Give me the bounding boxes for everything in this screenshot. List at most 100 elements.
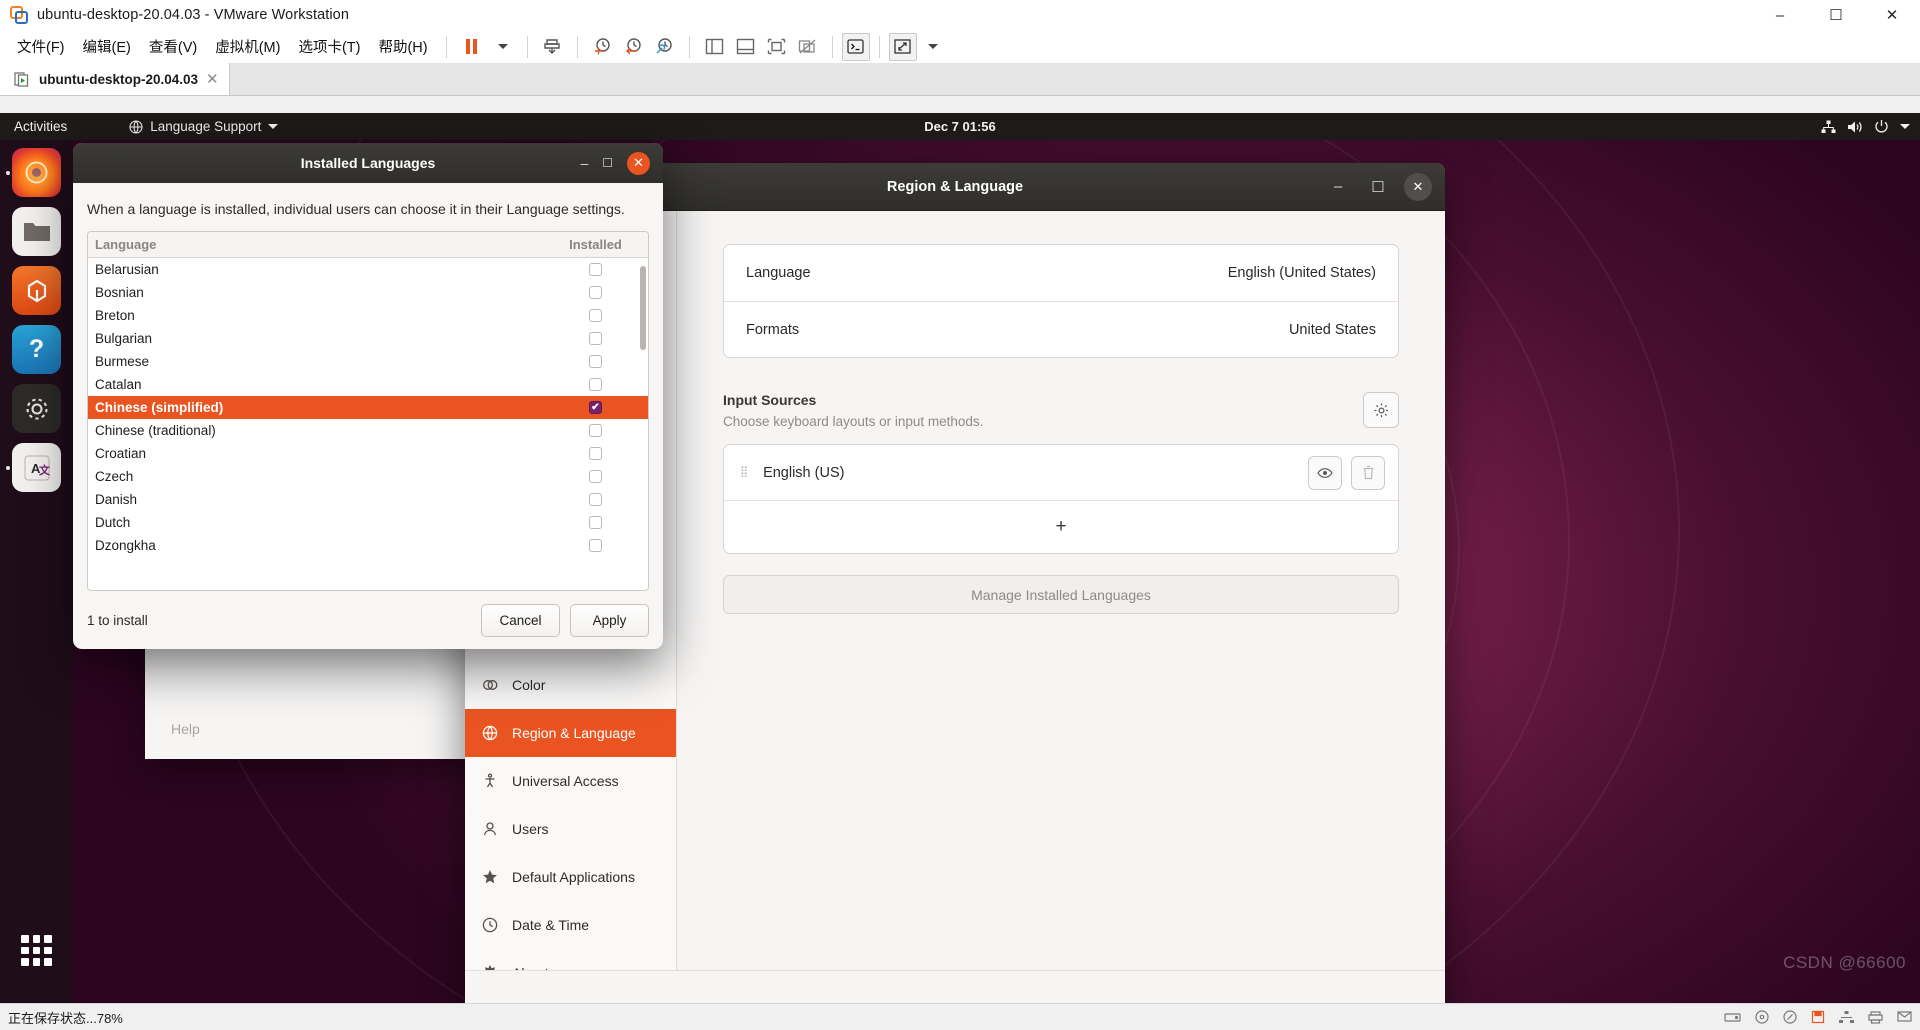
message-icon[interactable] xyxy=(1897,1011,1912,1024)
installed-checkbox[interactable] xyxy=(589,263,602,276)
menu-file[interactable]: 文件(F) xyxy=(8,32,74,61)
settings-minimize-button[interactable]: – xyxy=(1324,173,1352,201)
menu-tabs[interactable]: 选项卡(T) xyxy=(289,32,369,61)
sidebar-item-default-applications[interactable]: Default Applications xyxy=(465,853,676,901)
installed-languages-close-button[interactable]: ✕ xyxy=(627,152,650,175)
show-console-icon[interactable] xyxy=(761,33,792,61)
sidebar-item-users[interactable]: Users xyxy=(465,805,676,853)
printer-icon[interactable] xyxy=(1868,1011,1883,1024)
fullscreen-dropdown-caret-icon[interactable] xyxy=(917,33,948,61)
installed-languages-dialog: Installed Languages – ☐ ✕ When a languag… xyxy=(73,143,663,649)
column-header-language: Language xyxy=(88,237,543,252)
installed-checkbox[interactable] xyxy=(589,470,602,483)
language-row[interactable]: Croatian xyxy=(88,442,648,465)
menu-vm[interactable]: 虚拟机(M) xyxy=(206,32,289,61)
app-menu-button[interactable]: Language Support xyxy=(121,119,286,134)
installed-checkbox[interactable] xyxy=(589,493,602,506)
network-status-icon[interactable] xyxy=(1839,1011,1854,1024)
sidebar-item-color[interactable]: Color xyxy=(465,661,676,709)
power-icon xyxy=(1874,119,1889,134)
dock-item-language-support[interactable]: A 文 xyxy=(12,443,61,492)
show-library-icon[interactable] xyxy=(699,33,730,61)
vmware-close-button[interactable]: ✕ xyxy=(1864,0,1920,30)
installed-languages-maximize-button[interactable]: ☐ xyxy=(602,156,613,170)
language-row[interactable]: Catalan xyxy=(88,373,648,396)
language-list-scrollbar[interactable] xyxy=(640,266,646,350)
menu-view[interactable]: 查看(V) xyxy=(140,32,206,61)
cd-icon[interactable] xyxy=(1755,1010,1769,1024)
language-row[interactable]: Bulgarian xyxy=(88,327,648,350)
show-applications-button[interactable] xyxy=(12,926,61,975)
dock-item-software[interactable] xyxy=(12,266,61,315)
settings-maximize-button[interactable]: ☐ xyxy=(1364,173,1392,201)
trash-icon[interactable] xyxy=(1351,456,1385,490)
language-row[interactable]: Bosnian xyxy=(88,281,648,304)
installed-checkbox[interactable] xyxy=(589,378,602,391)
sidebar-item-universal-access[interactable]: Universal Access xyxy=(465,757,676,805)
language-row[interactable]: Chinese (simplified)✔ xyxy=(88,396,648,419)
installed-checkbox[interactable] xyxy=(589,424,602,437)
floppy-icon[interactable] xyxy=(1811,1010,1825,1024)
language-row[interactable]: Burmese xyxy=(88,350,648,373)
manage-installed-languages-button[interactable]: Manage Installed Languages xyxy=(723,575,1399,614)
topbar-status-area[interactable] xyxy=(1821,119,1910,134)
cancel-button[interactable]: Cancel xyxy=(481,604,560,637)
installed-checkbox[interactable]: ✔ xyxy=(589,401,602,414)
installed-checkbox[interactable] xyxy=(589,355,602,368)
language-row[interactable]: Danish xyxy=(88,488,648,511)
installed-cell xyxy=(543,378,648,391)
input-source-row[interactable]: ⣿ English (US) xyxy=(724,445,1398,500)
sidebar-item-date-time[interactable]: Date & Time xyxy=(465,901,676,949)
help-button[interactable]: Help xyxy=(171,721,200,737)
unity-mode-icon[interactable] xyxy=(792,33,823,61)
fullscreen-icon[interactable] xyxy=(889,33,917,61)
snapshot-take-icon[interactable] xyxy=(587,33,618,61)
menu-edit[interactable]: 编辑(E) xyxy=(74,32,140,61)
dock-item-help[interactable]: ? xyxy=(12,325,61,374)
installed-checkbox[interactable] xyxy=(589,332,602,345)
add-input-source-button[interactable]: + xyxy=(724,500,1398,553)
input-source-actions xyxy=(1308,456,1385,490)
language-row[interactable]: Breton xyxy=(88,304,648,327)
installed-languages-minimize-button[interactable]: – xyxy=(580,155,588,171)
installed-checkbox[interactable] xyxy=(589,539,602,552)
dock-item-firefox[interactable] xyxy=(12,148,61,197)
vmware-maximize-button[interactable]: ☐ xyxy=(1808,0,1864,30)
drag-handle-icon[interactable]: ⣿ xyxy=(740,468,749,477)
installed-checkbox[interactable] xyxy=(589,309,602,322)
menu-help[interactable]: 帮助(H) xyxy=(369,32,436,61)
show-thumbnails-icon[interactable] xyxy=(730,33,761,61)
power-button[interactable] xyxy=(537,33,568,61)
snapshot-revert-icon[interactable] xyxy=(618,33,649,61)
vm-tab-ubuntu[interactable]: ubuntu-desktop-20.04.03 ✕ xyxy=(0,63,230,95)
input-sources-options-button[interactable] xyxy=(1363,392,1399,428)
vm-tab-close-icon[interactable]: ✕ xyxy=(206,70,219,88)
sidebar-item-about[interactable]: About xyxy=(465,949,676,970)
dock-item-files[interactable] xyxy=(12,207,61,256)
suspend-dropdown-caret-icon[interactable] xyxy=(487,33,518,61)
snapshot-manager-icon[interactable] xyxy=(649,33,680,61)
topbar-clock[interactable]: Dec 7 01:56 xyxy=(924,119,996,134)
language-row[interactable]: Dutch xyxy=(88,511,648,534)
usb-icon[interactable] xyxy=(1783,1010,1797,1024)
activities-button[interactable]: Activities xyxy=(0,119,79,134)
hard-disk-icon[interactable] xyxy=(1724,1011,1741,1024)
formats-row[interactable]: Formats United States xyxy=(724,301,1398,357)
vmware-minimize-button[interactable]: – xyxy=(1752,0,1808,30)
settings-close-button[interactable]: ✕ xyxy=(1404,173,1432,201)
language-row[interactable]: Chinese (traditional) xyxy=(88,419,648,442)
suspend-button[interactable] xyxy=(456,33,487,61)
language-row[interactable]: Dzongkha xyxy=(88,534,648,557)
installed-checkbox[interactable] xyxy=(589,447,602,460)
language-row[interactable]: Language English (United States) xyxy=(724,245,1398,301)
language-row[interactable]: Belarusian xyxy=(88,258,648,281)
language-row[interactable]: Czech xyxy=(88,465,648,488)
language-name: Dzongkha xyxy=(88,538,543,553)
sidebar-item-region-language[interactable]: Region & Language xyxy=(465,709,676,757)
installed-checkbox[interactable] xyxy=(589,286,602,299)
send-ctrl-alt-del-icon[interactable] xyxy=(842,33,870,61)
apply-button[interactable]: Apply xyxy=(570,604,649,637)
installed-checkbox[interactable] xyxy=(589,516,602,529)
eye-icon[interactable] xyxy=(1308,456,1342,490)
dock-item-settings[interactable] xyxy=(12,384,61,433)
